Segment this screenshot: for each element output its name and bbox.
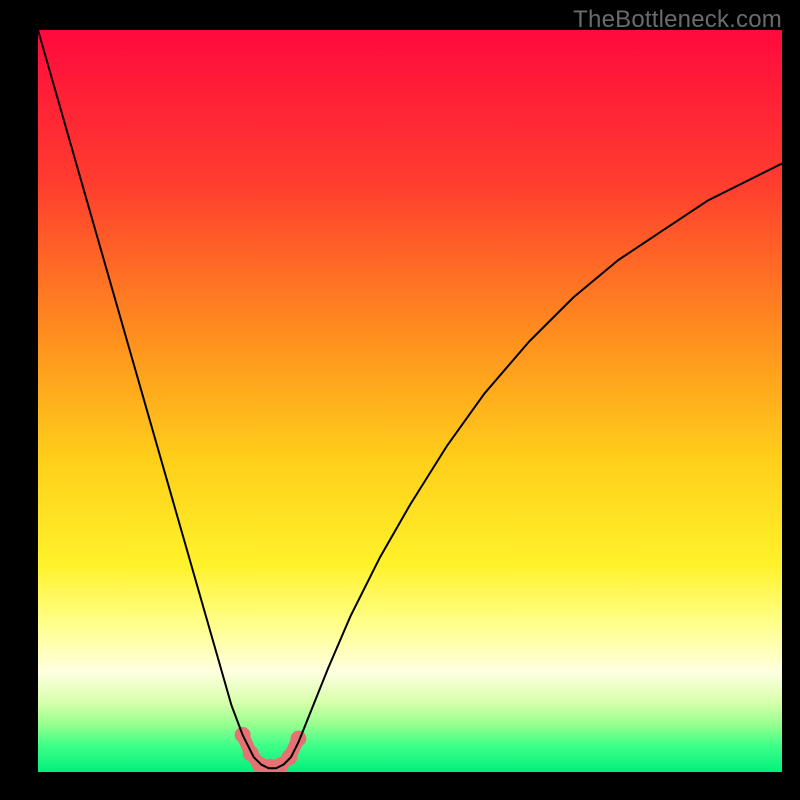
chart-background bbox=[38, 30, 782, 772]
chart-frame: TheBottleneck.com bbox=[0, 0, 800, 800]
plot-area bbox=[38, 30, 782, 772]
right-dip-dot-1 bbox=[281, 749, 297, 765]
chart-svg bbox=[38, 30, 782, 772]
